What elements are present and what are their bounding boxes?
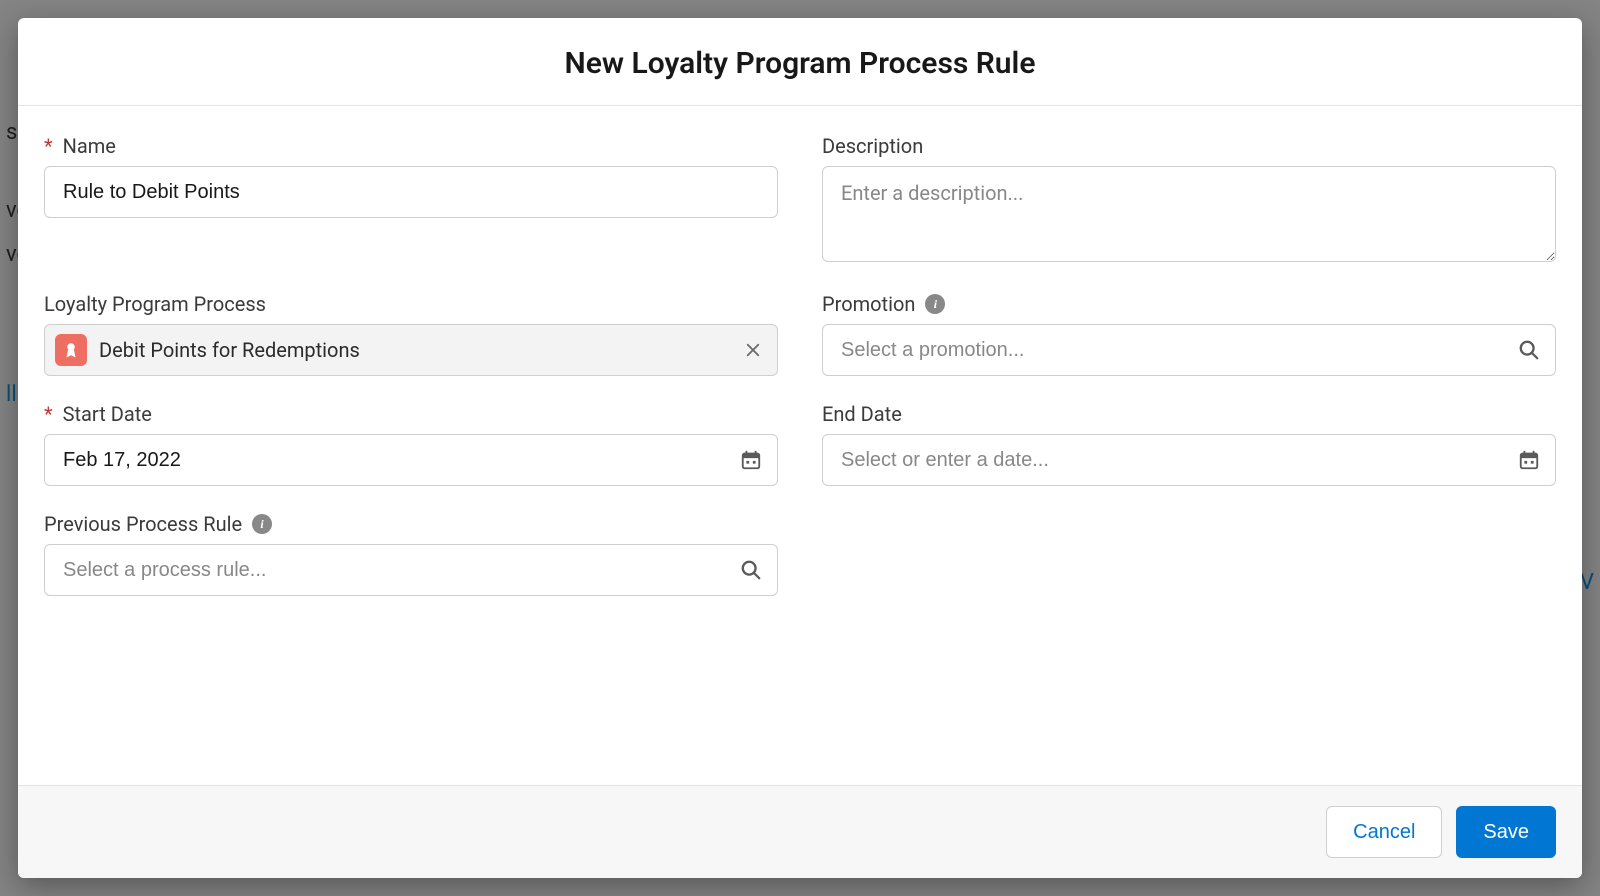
modal-footer: Cancel Save	[18, 785, 1582, 878]
label-text: Loyalty Program Process	[44, 292, 266, 316]
process-label: Loyalty Program Process	[44, 292, 778, 316]
label-text: Name	[63, 134, 116, 158]
previous-rule-lookup[interactable]	[44, 544, 778, 596]
field-name: * Name	[44, 134, 778, 266]
end-date-input[interactable]	[841, 435, 1505, 485]
required-indicator: *	[44, 402, 53, 426]
promotion-input[interactable]	[841, 325, 1505, 375]
label-text: End Date	[822, 402, 902, 426]
field-start-date: * Start Date	[44, 402, 778, 486]
info-icon[interactable]: i	[252, 514, 272, 534]
start-date-label: * Start Date	[44, 402, 778, 426]
modal-header: New Loyalty Program Process Rule	[18, 18, 1582, 106]
process-selected-pill[interactable]: Debit Points for Redemptions	[44, 324, 778, 376]
cancel-button[interactable]: Cancel	[1326, 806, 1442, 858]
label-text: Start Date	[63, 402, 152, 426]
label-text: Description	[822, 134, 923, 158]
field-description: Description	[822, 134, 1556, 266]
search-icon[interactable]	[737, 556, 765, 584]
save-button[interactable]: Save	[1456, 806, 1556, 858]
field-loyalty-program-process: Loyalty Program Process Debit Points for…	[44, 292, 778, 376]
start-date-input[interactable]	[63, 435, 727, 485]
field-previous-process-rule: Previous Process Rule i	[44, 512, 778, 596]
label-text: Previous Process Rule	[44, 512, 242, 536]
field-promotion: Promotion i	[822, 292, 1556, 376]
name-label: * Name	[44, 134, 778, 158]
clear-process-button[interactable]	[739, 336, 767, 364]
description-label: Description	[822, 134, 1556, 158]
search-icon[interactable]	[1515, 336, 1543, 364]
new-rule-modal: New Loyalty Program Process Rule * Name …	[18, 18, 1582, 878]
award-icon	[55, 334, 87, 366]
name-input[interactable]	[44, 166, 778, 218]
label-text: Promotion	[822, 292, 915, 316]
description-textarea[interactable]	[822, 166, 1556, 262]
promotion-label: Promotion i	[822, 292, 1556, 316]
calendar-icon[interactable]	[737, 446, 765, 474]
previous-rule-input[interactable]	[63, 545, 727, 595]
calendar-icon[interactable]	[1515, 446, 1543, 474]
required-indicator: *	[44, 134, 53, 158]
field-end-date: End Date	[822, 402, 1556, 486]
process-selected-text: Debit Points for Redemptions	[99, 338, 727, 362]
previous-rule-label: Previous Process Rule i	[44, 512, 778, 536]
start-date-picker[interactable]	[44, 434, 778, 486]
modal-body: * Name Description Loyalty Program Proce…	[18, 106, 1582, 785]
promotion-lookup[interactable]	[822, 324, 1556, 376]
modal-title: New Loyalty Program Process Rule	[38, 46, 1562, 81]
info-icon[interactable]: i	[925, 294, 945, 314]
end-date-label: End Date	[822, 402, 1556, 426]
end-date-picker[interactable]	[822, 434, 1556, 486]
